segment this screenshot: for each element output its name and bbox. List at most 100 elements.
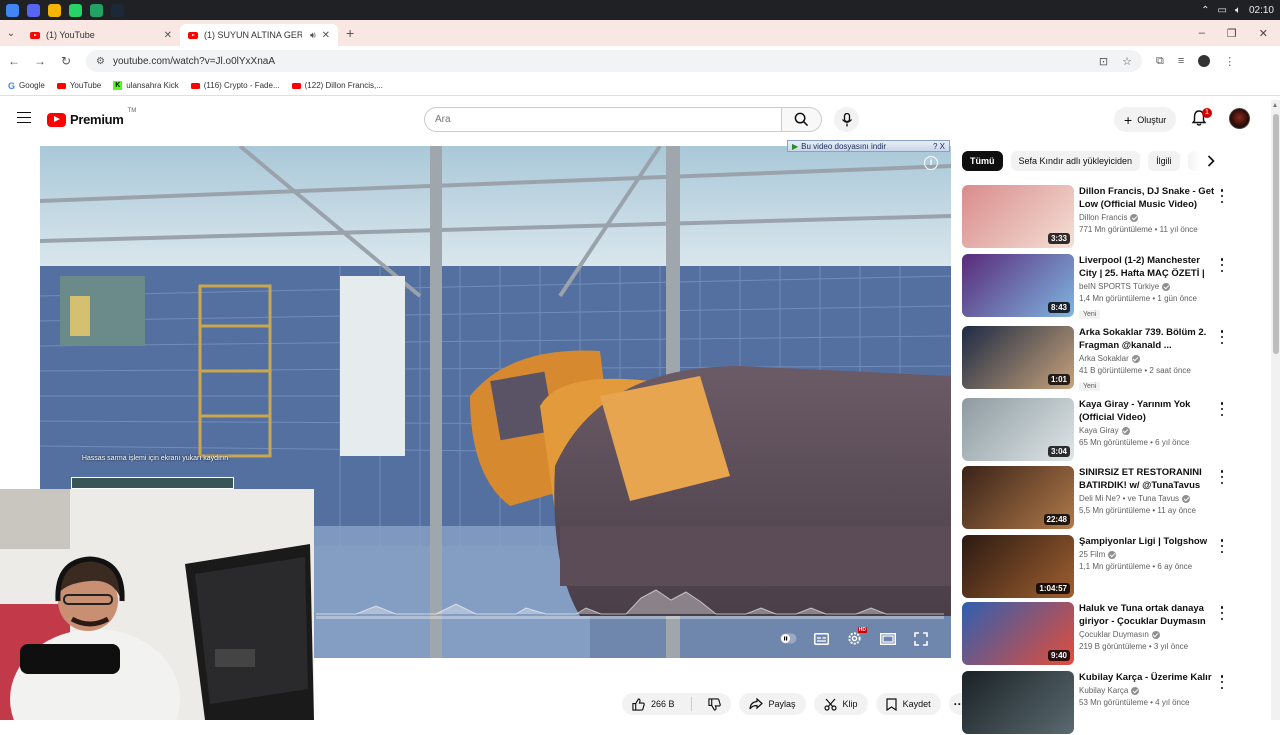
video-title[interactable]: Liverpool (1-2) Manchester City | 25. Ha…	[1079, 254, 1219, 280]
recommendation-item[interactable]: 9:40 Haluk ve Tuna ortak danaya giriyor -…	[962, 602, 1238, 666]
youtube-premium-logo[interactable]: Premium TM	[47, 108, 136, 127]
chip-uploader[interactable]: Sefa Kındır adlı yükleyiciden	[1010, 151, 1141, 171]
recommendation-item[interactable]: 1:01 Arka Sokaklar 739. Bölüm 2. Fragman …	[962, 326, 1238, 391]
video-thumbnail[interactable]: 9:40	[962, 602, 1074, 665]
voice-search-button[interactable]	[834, 107, 859, 132]
install-app-icon[interactable]: ⊡	[1099, 55, 1108, 68]
discord-icon[interactable]	[27, 3, 40, 17]
scrollbar-thumb[interactable]	[1272, 114, 1279, 354]
close-tab-icon[interactable]: ✕	[164, 30, 172, 41]
save-button[interactable]: Kaydet	[875, 693, 941, 715]
recommendation-item[interactable]: 8:43 Liverpool (1-2) Manchester City | 25…	[962, 254, 1238, 319]
download-video-bar[interactable]: ▶ Bu video dosyasını indir ? X	[787, 140, 950, 152]
more-options-icon[interactable]	[1220, 189, 1224, 203]
reload-icon[interactable]: ↻	[60, 54, 72, 68]
video-title[interactable]: Dillon Francis, DJ Snake - Get Low (Offi…	[1079, 185, 1219, 211]
tab-current-video[interactable]: (1) SUYUN ALTINA GERÇEK 🔊︎ ✕	[180, 24, 338, 46]
chip-overflow[interactable]	[1187, 151, 1200, 171]
restore-icon[interactable]: ❐	[1227, 27, 1237, 40]
clock[interactable]: 02:10	[1249, 5, 1274, 16]
like-button[interactable]: 266 B	[622, 693, 685, 715]
video-thumbnail[interactable]: 3:04	[962, 398, 1074, 461]
media-control-icon[interactable]: ≡	[1178, 55, 1184, 67]
steam-icon[interactable]	[111, 3, 124, 17]
bookmark-dillon[interactable]: (122) Dillon Francis,...	[291, 81, 383, 90]
forward-icon[interactable]: →	[34, 54, 46, 68]
chrome-icon[interactable]	[6, 3, 19, 17]
channel-name[interactable]: Kaya Giray	[1079, 426, 1219, 435]
channel-name[interactable]: Arka Sokaklar	[1079, 354, 1219, 363]
site-info-icon[interactable]: ⚙︎	[96, 56, 105, 67]
recommendation-item[interactable]: 3:04 Kaya Giray - Yarınım Yok (Official V…	[962, 398, 1238, 462]
video-thumbnail[interactable]: 8:43	[962, 254, 1074, 317]
more-options-icon[interactable]	[1220, 470, 1224, 484]
fullscreen-button[interactable]	[912, 630, 929, 647]
share-button[interactable]: Paylaş	[738, 693, 806, 715]
settings-button[interactable]: HD	[846, 627, 867, 647]
app-icon[interactable]	[90, 3, 103, 17]
video-title[interactable]: Arka Sokaklar 739. Bölüm 2. Fragman @kan…	[1079, 326, 1219, 352]
clip-button[interactable]: Klip	[813, 693, 868, 715]
scroll-up-icon[interactable]	[1273, 103, 1277, 107]
channel-name[interactable]: Dillon Francis	[1079, 213, 1219, 222]
video-thumbnail[interactable]: 1:04:57	[962, 535, 1074, 598]
video-thumbnail[interactable]	[962, 671, 1074, 734]
bookmark-google[interactable]: G Google	[8, 81, 45, 91]
tab-search-icon[interactable]: ⌄	[0, 28, 22, 39]
more-options-icon[interactable]	[1220, 539, 1224, 553]
subtitles-button[interactable]	[813, 630, 830, 647]
channel-name[interactable]: 25 Film	[1079, 550, 1219, 559]
bookmark-star-icon[interactable]: ☆	[1122, 55, 1132, 68]
theater-mode-button[interactable]	[879, 630, 896, 647]
menu-icon[interactable]	[17, 112, 31, 123]
video-title[interactable]: Şampiyonlar Ligi | Tolgshow	[1079, 535, 1219, 548]
video-thumbnail[interactable]: 22:48	[962, 466, 1074, 529]
more-options-icon[interactable]	[1220, 330, 1224, 344]
recommendation-item[interactable]: 22:48 SINIRSIZ ET RESTORANINI BATIRDIK! w…	[962, 466, 1238, 530]
network-icon[interactable]: ▭	[1218, 5, 1227, 16]
profile-avatar-icon[interactable]	[1198, 55, 1211, 67]
more-options-icon[interactable]	[1220, 675, 1224, 689]
volume-icon[interactable]: 🔈︎	[1235, 5, 1241, 16]
progress-bar[interactable]	[316, 616, 944, 619]
recommendation-item[interactable]: 3:33 Dillon Francis, DJ Snake - Get Low (…	[962, 185, 1238, 249]
autoplay-toggle[interactable]	[780, 630, 797, 647]
notifications-button[interactable]: 1	[1190, 108, 1212, 129]
address-bar[interactable]: ⚙︎ youtube.com/watch?v=Jl.o0lYxXnaA ⊡ ☆	[86, 50, 1142, 72]
channel-name[interactable]: Çocuklar Duymasın	[1079, 630, 1219, 639]
whatsapp-icon[interactable]	[69, 3, 82, 17]
close-tab-icon[interactable]: ✕	[322, 30, 330, 41]
chrome-menu-icon[interactable]: ⋮	[1224, 55, 1235, 68]
bookmark-kick[interactable]: Kulansahra Kick	[113, 81, 179, 90]
channel-name[interactable]: Kubilay Karça	[1079, 686, 1219, 695]
back-icon[interactable]: ←	[8, 54, 20, 68]
video-title[interactable]: Kaya Giray - Yarınım Yok (Official Video…	[1079, 398, 1219, 424]
tab-youtube-home[interactable]: (1) YouTube ✕	[22, 24, 180, 46]
files-icon[interactable]	[48, 3, 61, 17]
minimize-icon[interactable]: –	[1199, 27, 1205, 40]
download-bar-close[interactable]: ? X	[929, 142, 949, 151]
search-button[interactable]	[782, 107, 822, 132]
more-options-icon[interactable]	[1220, 606, 1224, 620]
page-scrollbar[interactable]	[1271, 100, 1280, 720]
recommendation-item[interactable]: 1:04:57 Şampiyonlar Ligi | Tolgshow 25 Fil…	[962, 535, 1238, 599]
channel-name[interactable]: beIN SPORTS Türkiye	[1079, 282, 1219, 291]
bookmark-crypto[interactable]: (116) Crypto - Fade...	[190, 81, 280, 90]
search-input[interactable]	[424, 107, 782, 132]
video-title[interactable]: SINIRSIZ ET RESTORANINI BATIRDIK! w/ @Tu…	[1079, 466, 1219, 492]
chevron-up-icon[interactable]: ⌃	[1201, 5, 1209, 16]
chevron-right-icon[interactable]	[1207, 155, 1215, 170]
dislike-button[interactable]	[698, 693, 731, 715]
url-text[interactable]: youtube.com/watch?v=Jl.o0lYxXnaA	[113, 56, 275, 67]
new-tab-button[interactable]: +	[346, 25, 354, 41]
video-thumbnail[interactable]: 1:01	[962, 326, 1074, 389]
more-options-icon[interactable]	[1220, 402, 1224, 416]
extensions-icon[interactable]: ⧉	[1156, 55, 1164, 68]
account-avatar[interactable]	[1229, 108, 1250, 129]
video-title[interactable]: Kubilay Karça - Üzerime Kalır	[1079, 671, 1219, 684]
channel-name[interactable]: Deli Mi Ne? • ve Tuna Tavus	[1079, 494, 1219, 503]
chip-related[interactable]: İlgili	[1148, 151, 1180, 171]
more-options-icon[interactable]	[1220, 258, 1224, 272]
bookmark-youtube[interactable]: YouTube	[56, 81, 101, 90]
info-icon[interactable]: i	[924, 156, 938, 170]
